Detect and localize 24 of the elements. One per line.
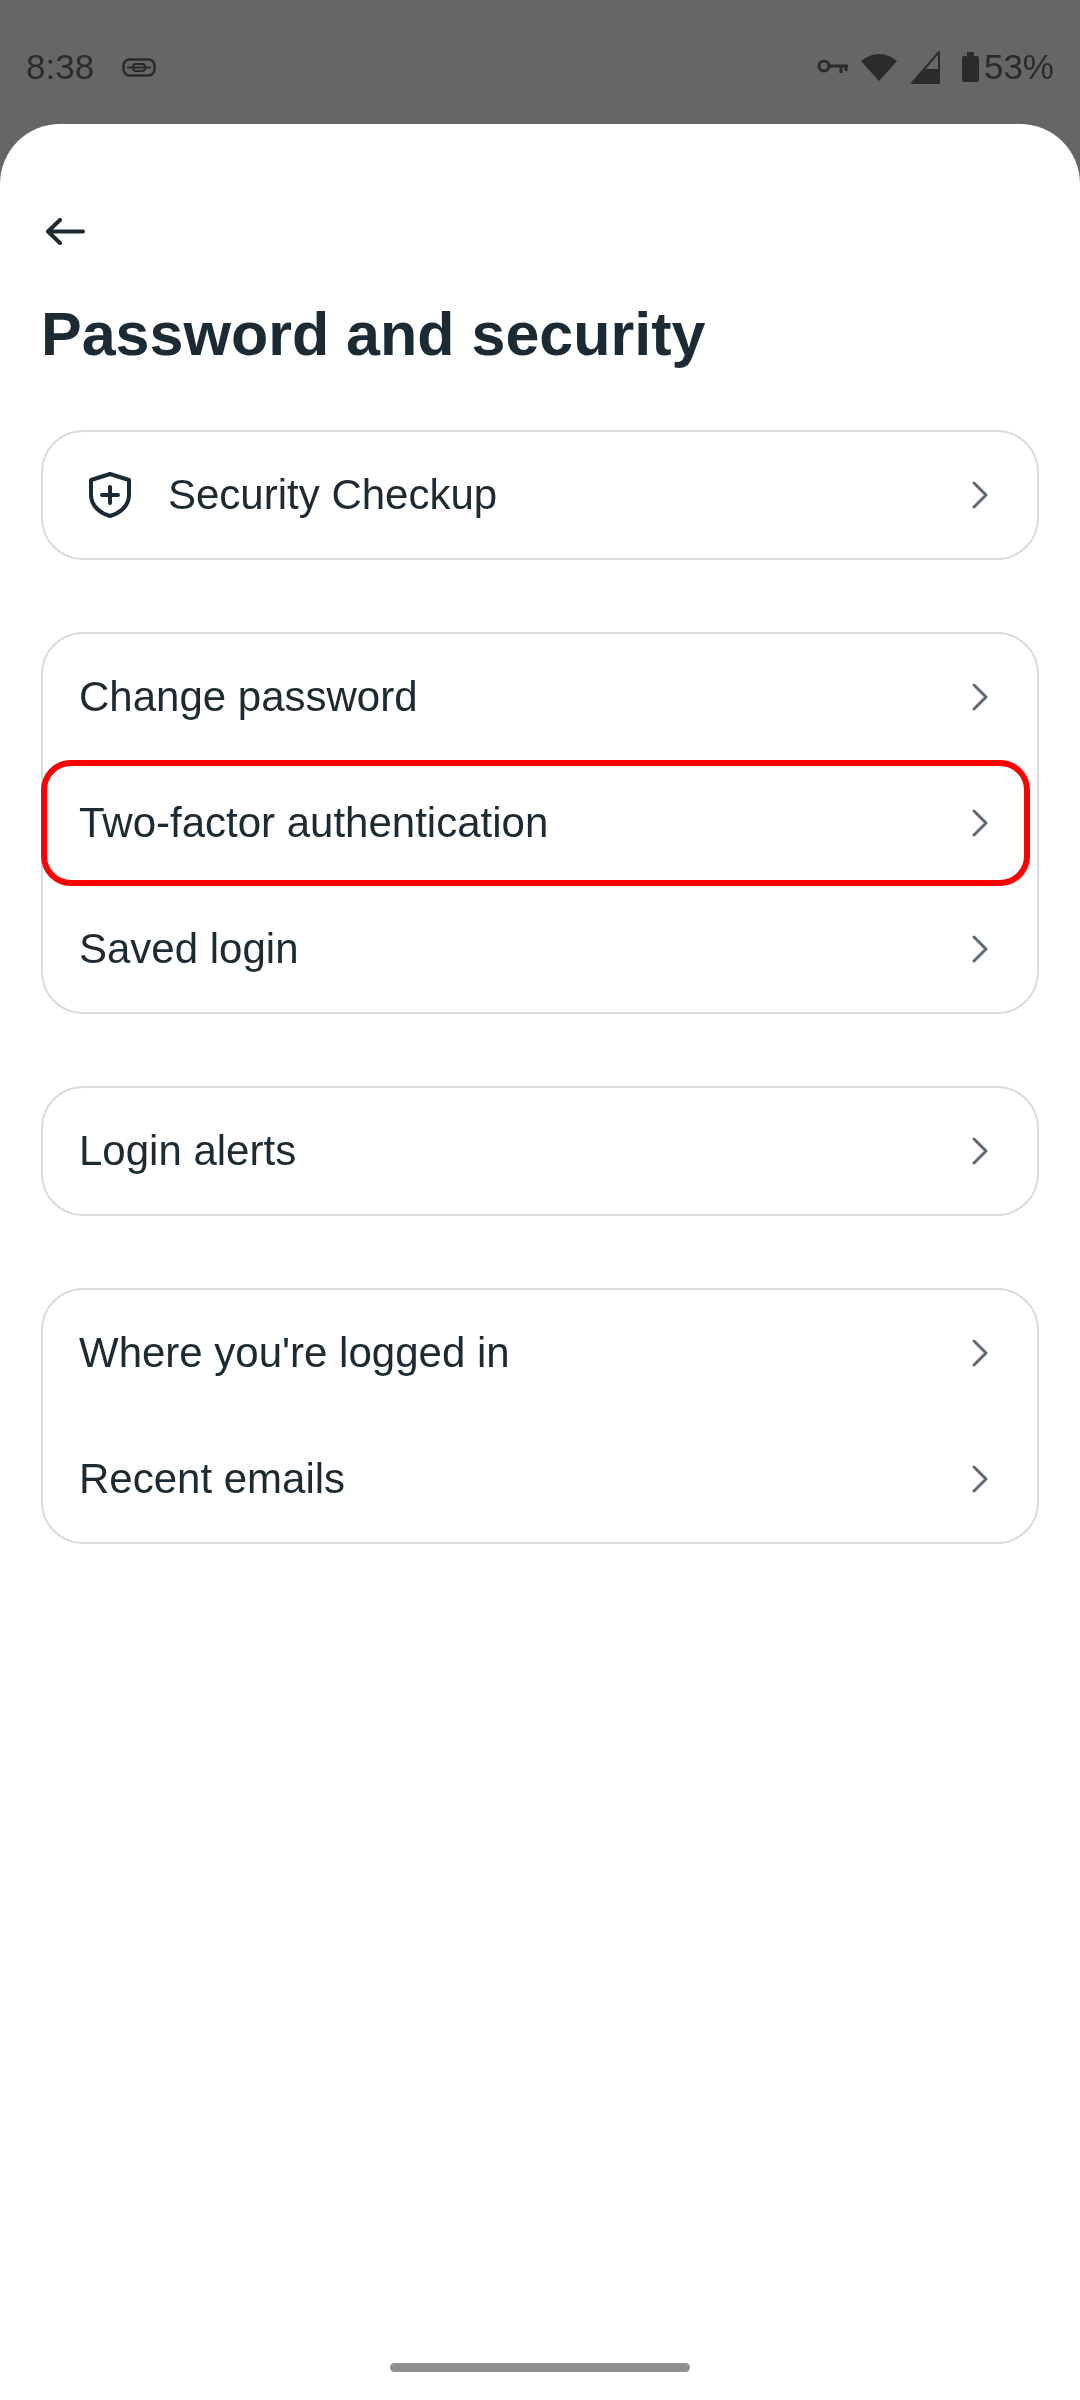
chevron-right-icon xyxy=(970,1137,990,1165)
menu-item[interactable]: Security Checkup xyxy=(43,432,1037,558)
menu-item[interactable]: Saved login xyxy=(43,886,1037,1012)
chevron-right-icon xyxy=(970,1339,990,1367)
menu-item[interactable]: Two-factor authentication xyxy=(43,760,1037,886)
capsule-icon xyxy=(122,57,157,77)
menu-item[interactable]: Recent emails xyxy=(43,1416,1037,1542)
page-title: Password and security xyxy=(41,299,707,370)
menu-item[interactable]: Login alerts xyxy=(43,1088,1037,1214)
battery-percent: 53% xyxy=(983,47,1054,87)
chevron-right-icon xyxy=(970,809,990,837)
chevron-right-icon xyxy=(970,481,990,509)
chevron-right-icon xyxy=(970,683,990,711)
shield-plus-icon xyxy=(87,471,133,519)
wifi-icon xyxy=(859,52,898,82)
battery-icon xyxy=(960,51,980,83)
back-arrow-icon[interactable] xyxy=(45,218,85,245)
clock-time: 8:38 xyxy=(26,47,95,87)
menu-item[interactable]: Where you're logged in xyxy=(43,1290,1037,1416)
chevron-right-icon xyxy=(970,1465,990,1493)
chevron-right-icon xyxy=(970,935,990,963)
signal-icon xyxy=(910,50,940,84)
menu-item[interactable]: Change password xyxy=(43,634,1037,760)
key-icon xyxy=(816,58,849,76)
